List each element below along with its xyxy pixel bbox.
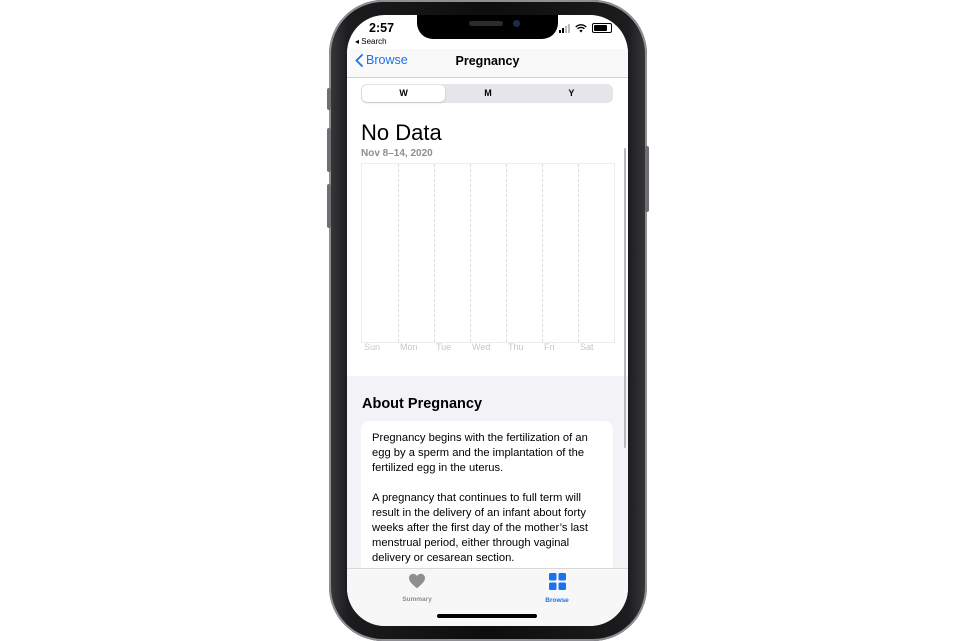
tab-browse-label: Browse	[545, 597, 569, 604]
chart-day-label: Mon	[400, 342, 418, 352]
volume-up-button	[327, 128, 331, 172]
segment-year[interactable]: Y	[530, 84, 613, 103]
side-button	[645, 146, 649, 212]
chart-day-label: Sat	[580, 342, 594, 352]
summary-headline: No Data	[361, 120, 442, 145]
page-title: Pregnancy	[455, 54, 520, 68]
chart-gridline	[578, 164, 579, 342]
status-icons	[559, 23, 612, 33]
mute-switch	[327, 88, 331, 110]
date-range: Nov 8–14, 2020	[361, 148, 433, 159]
notch	[417, 15, 558, 39]
chart-gridline	[470, 164, 471, 342]
chart-day-label: Tue	[436, 342, 452, 352]
about-section: About Pregnancy Pregnancy begins with th…	[347, 376, 628, 568]
chart-day-label: Thu	[508, 342, 524, 352]
weekly-chart[interactable]: Sun Mon Tue Wed Thu Fri Sat	[361, 163, 615, 352]
scrollbar[interactable]	[624, 148, 626, 448]
status-time: 2:57	[369, 21, 395, 35]
about-card: Pregnancy begins with the fertilization …	[361, 421, 613, 568]
chart-day-label: Fri	[544, 342, 555, 352]
battery-icon	[592, 23, 612, 33]
segment-week[interactable]: W	[362, 85, 446, 102]
volume-down-button	[327, 184, 331, 228]
about-paragraph: Pregnancy begins with the fertilization …	[372, 432, 588, 474]
content-scroll-area[interactable]: W M Y No Data Nov 8–14, 2020 Sun Mon Tue We…	[347, 78, 628, 568]
time-range-segmented-control: W M Y	[361, 84, 613, 103]
cellular-signal-icon	[559, 23, 570, 33]
front-camera	[513, 20, 520, 27]
about-paragraph: A pregnancy that continues to full term …	[372, 492, 588, 564]
grid-icon	[548, 573, 566, 590]
back-to-app-link[interactable]: ◂ Search	[355, 37, 387, 46]
chart-gridline	[398, 164, 399, 342]
segment-month[interactable]: M	[446, 84, 529, 103]
heart-icon	[409, 573, 425, 589]
chart-day-label: Wed	[472, 342, 491, 352]
chart-gridline	[506, 164, 507, 342]
chart-day-label: Sun	[364, 342, 381, 352]
chart-gridline	[542, 164, 543, 342]
navigation-bar: Browse Pregnancy	[347, 49, 628, 78]
about-title: About Pregnancy	[362, 396, 483, 412]
home-indicator[interactable]	[437, 614, 537, 618]
chart-gridline	[434, 164, 435, 342]
phone-screen: 2:57 ◂ Search Browse Pregnancy W M Y No …	[347, 15, 628, 626]
wifi-icon	[575, 23, 587, 32]
tab-summary[interactable]: Summary	[377, 573, 457, 603]
tab-summary-label: Summary	[402, 596, 432, 603]
tab-browse[interactable]: Browse	[517, 573, 597, 604]
speaker	[469, 21, 503, 26]
